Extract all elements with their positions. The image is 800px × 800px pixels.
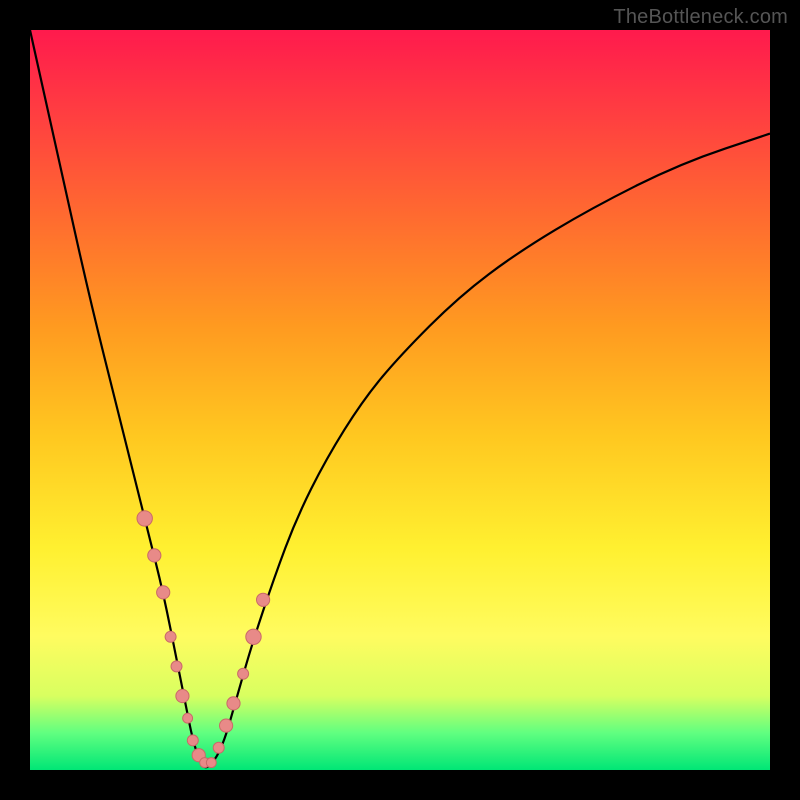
- marker-dot: [238, 668, 249, 679]
- highlight-markers: [137, 511, 270, 768]
- marker-dot: [220, 719, 233, 732]
- marker-dot: [137, 511, 152, 526]
- bottleneck-curve: [30, 30, 770, 767]
- marker-dot: [148, 549, 161, 562]
- marker-dot: [176, 689, 189, 702]
- marker-dot: [206, 758, 216, 768]
- marker-dot: [157, 586, 170, 599]
- marker-dot: [227, 697, 240, 710]
- marker-dot: [183, 713, 193, 723]
- marker-dot: [257, 593, 270, 606]
- marker-dot: [165, 631, 176, 642]
- watermark-text: TheBottleneck.com: [613, 6, 788, 29]
- chart-svg: [30, 30, 770, 770]
- marker-dot: [246, 629, 261, 644]
- marker-dot: [213, 742, 224, 753]
- marker-dot: [171, 661, 182, 672]
- marker-dot: [187, 735, 198, 746]
